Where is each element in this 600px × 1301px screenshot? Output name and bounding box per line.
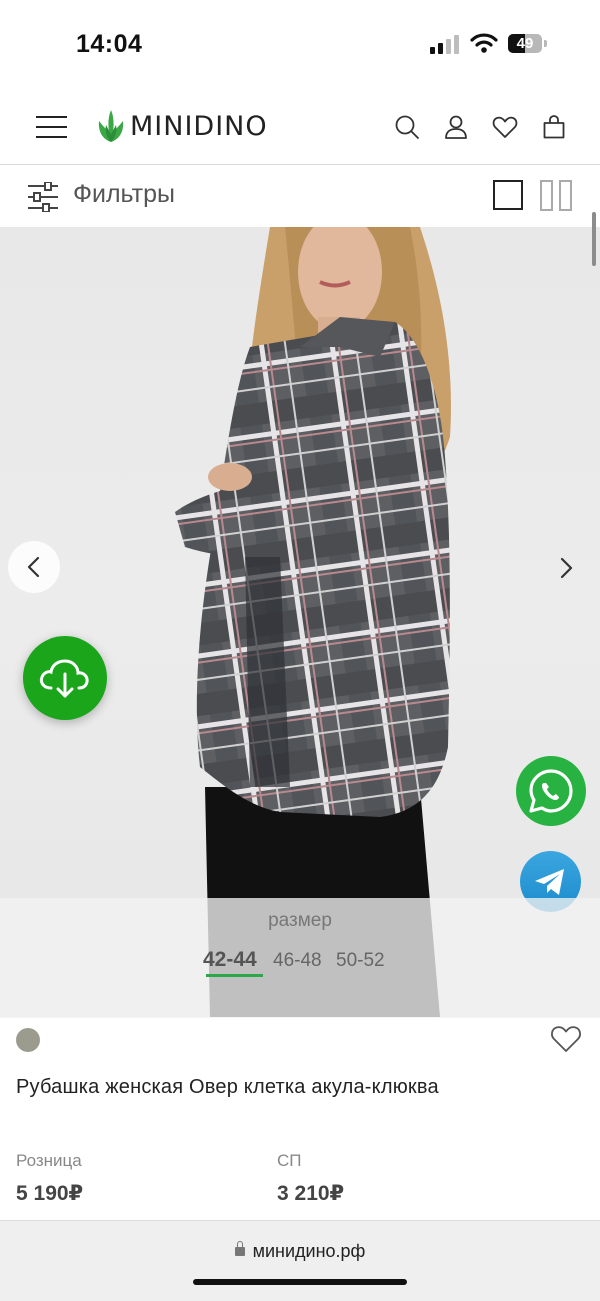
whatsapp-button[interactable] [516, 756, 586, 826]
status-time: 14:04 [76, 30, 143, 58]
product-title[interactable]: Рубашка женская Овер клетка акула-клюква [16, 1076, 439, 1099]
size-option[interactable]: 42-44 [203, 948, 257, 972]
download-button[interactable] [23, 636, 107, 720]
lock-icon [234, 1241, 245, 1256]
status-bar: 14:04 49 [0, 0, 600, 90]
next-image-button[interactable] [548, 548, 584, 588]
menu-icon[interactable] [36, 116, 67, 138]
filter-sliders-icon[interactable] [26, 182, 60, 212]
whatsapp-icon [529, 769, 573, 813]
previous-image-button[interactable] [8, 541, 60, 593]
home-indicator[interactable] [193, 1279, 407, 1285]
leaf-logo-icon [98, 110, 124, 142]
bag-icon[interactable] [541, 114, 567, 140]
size-option[interactable]: 50-52 [336, 950, 385, 972]
browser-address-bar[interactable]: минидино.рф [0, 1220, 600, 1301]
retail-price-label: Розница [16, 1151, 82, 1170]
retail-price: 5 190₽ [16, 1182, 84, 1205]
site-logo[interactable]: MINIDINO [96, 108, 268, 144]
two-column-view-icon[interactable] [540, 180, 572, 211]
logo-text: MINIDINO [130, 110, 268, 142]
color-swatch[interactable] [16, 1028, 40, 1052]
sp-price: 3 210₽ [277, 1182, 345, 1205]
battery-icon: 49 [508, 34, 542, 53]
search-icon[interactable] [394, 114, 420, 140]
filter-bar: Фильтры [0, 165, 600, 227]
chevron-left-icon [27, 556, 40, 578]
cellular-signal-icon [430, 35, 459, 54]
chevron-right-icon [560, 557, 573, 579]
selected-size-indicator [206, 974, 263, 977]
favorite-heart-icon[interactable] [550, 1024, 582, 1054]
filter-label[interactable]: Фильтры [73, 180, 175, 209]
size-selector: размер 42-44 46-48 50-52 [0, 898, 600, 1018]
scrollbar[interactable] [592, 212, 596, 266]
heart-icon[interactable] [492, 114, 518, 140]
size-option[interactable]: 46-48 [273, 950, 322, 972]
url-row[interactable]: минидино.рф [0, 1241, 600, 1262]
single-column-view-icon[interactable] [493, 180, 523, 210]
site-header: MINIDINO [0, 90, 600, 165]
battery-level: 49 [516, 35, 534, 52]
wifi-icon [470, 33, 498, 53]
user-icon[interactable] [443, 114, 469, 140]
url-text[interactable]: минидино.рф [253, 1241, 366, 1261]
sp-price-label: СП [277, 1151, 302, 1170]
download-icon [39, 659, 89, 698]
size-title: размер [268, 910, 332, 931]
